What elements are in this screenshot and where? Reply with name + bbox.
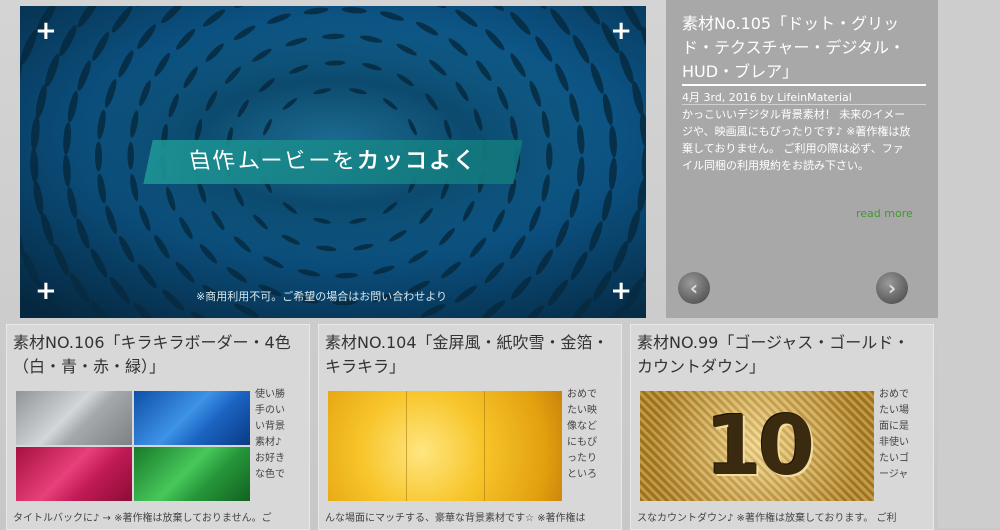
card-excerpt-continued: タイトルバックに♪ → ※著作権は放棄しておりません。ご — [13, 511, 310, 527]
chevron-left-icon: ‹ — [690, 276, 698, 300]
card-thumbnail[interactable] — [328, 391, 562, 501]
post-card: 素材NO.104「金屏風・紙吹雪・金箔・キラキラ」 おめでたい映像などにもぴった… — [318, 324, 622, 530]
hero-usage-note: ※商用利用不可。ご希望の場合はお問い合わせより — [196, 288, 447, 304]
silver-sparkle-tile — [16, 391, 132, 445]
divider — [682, 104, 926, 105]
card-title-link[interactable]: 素材NO.99「ゴージャス・ゴールド・カウントダウン」 — [637, 331, 925, 379]
card-excerpt: おめでたい場面に是非使いたいゴージャ — [879, 387, 909, 483]
card-excerpt: おめでたい映像などにもぴったりといろ — [567, 387, 597, 483]
post-title-link[interactable]: 素材No.105「ドット・グリッド・テクスチャー・デジタル・HUD・ブレア」 — [682, 12, 926, 84]
hero-slide-image[interactable]: + + + + 自作ムービーをカッコよく ※商用利用不可。ご希望の場合はお問い合… — [20, 6, 646, 318]
card-excerpt-continued: スなカウントダウン♪ ※著作権は放棄しております。 ご利 — [637, 511, 934, 527]
red-sparkle-tile — [16, 447, 132, 501]
post-meta: 4月 3rd, 2016 by LifeinMaterial — [682, 89, 852, 105]
slider-next-button[interactable]: › — [876, 272, 908, 304]
corner-plus-icon: + — [610, 18, 632, 44]
green-sparkle-tile — [134, 447, 250, 501]
page-margin — [938, 0, 1000, 528]
card-excerpt: 使い勝手のいい背景素材♪お好きな色で — [255, 387, 285, 483]
folding-screen-seam — [484, 391, 485, 501]
slider-prev-button[interactable]: ‹ — [678, 272, 710, 304]
chevron-right-icon: › — [888, 276, 896, 300]
corner-plus-icon: + — [35, 278, 57, 304]
folding-screen-seam — [406, 391, 407, 501]
post-excerpt: かっこいいデジタル背景素材！ 未来のイメージや、映画風にもぴったりです♪ ※著作… — [682, 106, 914, 174]
read-more-link[interactable]: read more — [856, 207, 913, 220]
card-title-link[interactable]: 素材NO.106「キラキラボーダー・4色（白・青・赤・緑）」 — [13, 331, 301, 379]
card-thumbnail[interactable] — [16, 391, 250, 501]
featured-post-panel: 素材No.105「ドット・グリッド・テクスチャー・デジタル・HUD・ブレア」 4… — [666, 0, 938, 318]
hero-tagline-bold: カッコよく — [357, 149, 477, 174]
post-card: 素材NO.99「ゴージャス・ゴールド・カウントダウン」 10 おめでたい場面に是… — [630, 324, 934, 530]
card-title-link[interactable]: 素材NO.104「金屏風・紙吹雪・金箔・キラキラ」 — [325, 331, 613, 379]
post-card: 素材NO.106「キラキラボーダー・4色（白・青・赤・緑）」 使い勝手のいい背景… — [6, 324, 310, 530]
hero-tagline-text: 自作ムービーを — [184, 140, 361, 184]
hero-tagline: 自作ムービーをカッコよく — [143, 140, 522, 184]
divider — [682, 84, 926, 86]
corner-plus-icon: + — [610, 278, 632, 304]
card-excerpt-continued: んな場面にマッチする、豪華な背景素材です☆ ※著作権は — [325, 511, 622, 527]
corner-plus-icon: + — [35, 18, 57, 44]
card-thumbnail[interactable]: 10 — [640, 391, 874, 501]
blue-sparkle-tile — [134, 391, 250, 445]
countdown-number: 10 — [698, 399, 818, 495]
